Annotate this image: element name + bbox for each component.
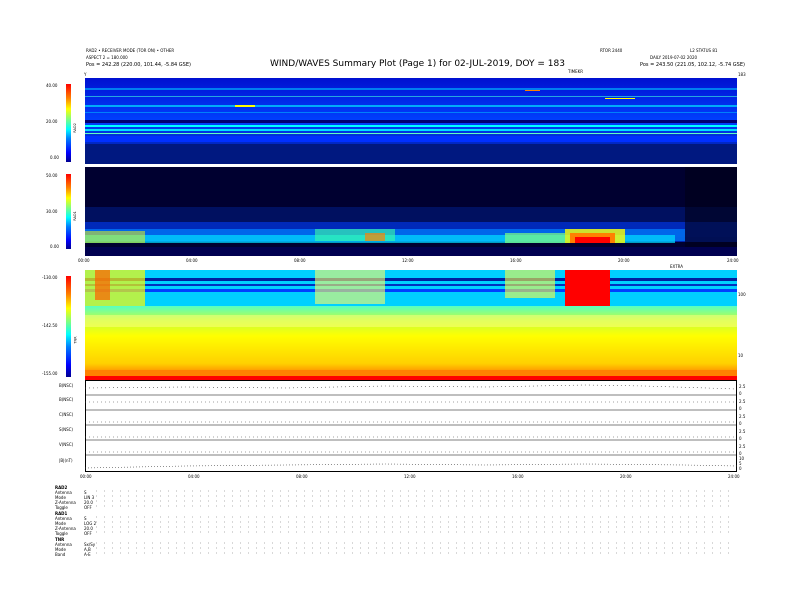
time-tick-4: 16:00 bbox=[510, 258, 522, 263]
header-left-line3: Pos = 242.28 (220.00, 101.44, -5.84 GSE) bbox=[86, 62, 191, 68]
rad2-tick-1: 20.00 bbox=[46, 119, 58, 124]
time-tick-3: 12:00 bbox=[402, 258, 414, 263]
bottom-time-tick-6: 24:00 bbox=[728, 474, 740, 479]
tnr-tick-0: -130.00 bbox=[42, 275, 58, 280]
corner-right-label: 183 bbox=[738, 72, 746, 77]
line-rtick-1b: 0 bbox=[739, 406, 742, 411]
legend-rad2-k3: Toggle bbox=[55, 505, 68, 510]
time-tick-0: 00:00 bbox=[78, 258, 90, 263]
legend-rad1-k3: Toggle bbox=[55, 531, 68, 536]
line-rtick-1a: 2.5 bbox=[739, 399, 746, 404]
rad1-spectrogram bbox=[85, 167, 737, 256]
tnr-spectrogram bbox=[85, 270, 737, 380]
legend-tnr-k2: Band bbox=[55, 552, 66, 557]
header-right-line2: DAILY 2019-07-02 2020 bbox=[650, 55, 698, 60]
rad1-label: RAD1 bbox=[72, 211, 77, 221]
legend-tnr-v2: A-E bbox=[84, 552, 91, 557]
tnr-label: TNR bbox=[73, 336, 78, 344]
header-left-line2: ASPECT 2 = 180.000 bbox=[86, 55, 128, 60]
time-tick-2: 08:00 bbox=[294, 258, 306, 263]
status-dot-rows bbox=[96, 490, 736, 554]
time-tick-5: 20:00 bbox=[618, 258, 630, 263]
line-rtick-2b: 0 bbox=[739, 421, 742, 426]
bottom-time-tick-5: 20:00 bbox=[620, 474, 632, 479]
tnr-colorbar bbox=[66, 276, 71, 377]
line-label-5: |B|(nT) bbox=[59, 458, 73, 463]
corner-left-label: Y bbox=[84, 72, 87, 77]
line-label-0: B(NSC) bbox=[59, 383, 74, 388]
bottom-time-tick-1: 04:00 bbox=[188, 474, 200, 479]
tnr-right-tick-0: 100 bbox=[738, 292, 746, 297]
line-rtick-3a: 2.5 bbox=[739, 429, 746, 434]
rad2-colorbar bbox=[66, 84, 71, 162]
line-rtick-4a: 2.5 bbox=[739, 444, 746, 449]
line-label-2: C(NSC) bbox=[59, 412, 74, 417]
rad1-tick-2: 0.00 bbox=[50, 244, 59, 249]
bottom-time-tick-4: 16:00 bbox=[512, 474, 524, 479]
legend-rad2-v3: OFF bbox=[84, 505, 92, 510]
line-rtick-3b: 0 bbox=[739, 436, 742, 441]
line-rtick-5c: 0 bbox=[739, 466, 742, 471]
rad1-tick-1: 30.00 bbox=[46, 209, 58, 214]
line-rtick-0b: 0 bbox=[739, 391, 742, 396]
header-right-line3: Pos = 243.50 (221.05, 102.12, -5.74 GSE) bbox=[640, 62, 745, 68]
line-rtick-2a: 2.5 bbox=[739, 414, 746, 419]
rad2-label: RAD2 bbox=[72, 123, 77, 133]
page-title: WIND/WAVES Summary Plot (Page 1) for 02-… bbox=[270, 59, 565, 69]
header-left-line1: RAD2 • RECEIVER MODE (TOR ON) • OTHER bbox=[86, 48, 175, 53]
line-label-4: V(NSC) bbox=[59, 442, 74, 447]
line-label-1: B(NSC) bbox=[59, 397, 74, 402]
tnr-right-tick-1: 10 bbox=[738, 353, 744, 358]
line-panels bbox=[85, 380, 737, 472]
legend-rad1-v3: OFF bbox=[84, 531, 92, 536]
line-label-3: S(NSC) bbox=[59, 427, 73, 432]
rad2-tick-2: 0.00 bbox=[50, 155, 59, 160]
tnr-extra-label: EXTRA bbox=[670, 264, 683, 269]
bottom-time-tick-2: 08:00 bbox=[296, 474, 308, 479]
header-right-line1: L2 STATUS 81 bbox=[690, 48, 718, 53]
tnr-tick-1: -142.50 bbox=[42, 323, 58, 328]
bottom-time-tick-3: 12:00 bbox=[404, 474, 416, 479]
time-tick-1: 04:00 bbox=[186, 258, 198, 263]
time-tick-6: 24:00 bbox=[727, 258, 739, 263]
header-sublabel: TIMEKR bbox=[568, 69, 584, 74]
rad1-tick-0: 50.00 bbox=[46, 173, 58, 178]
rad2-spectrogram bbox=[85, 78, 737, 164]
rad1-colorbar bbox=[66, 174, 71, 249]
bottom-time-tick-0: 00:00 bbox=[80, 474, 92, 479]
rad2-tick-0: 40.00 bbox=[46, 83, 58, 88]
line-rtick-0a: 2.5 bbox=[739, 384, 746, 389]
tnr-tick-2: -155.00 bbox=[42, 371, 58, 376]
header-center-right-label: RTOR 2440 bbox=[600, 48, 623, 53]
